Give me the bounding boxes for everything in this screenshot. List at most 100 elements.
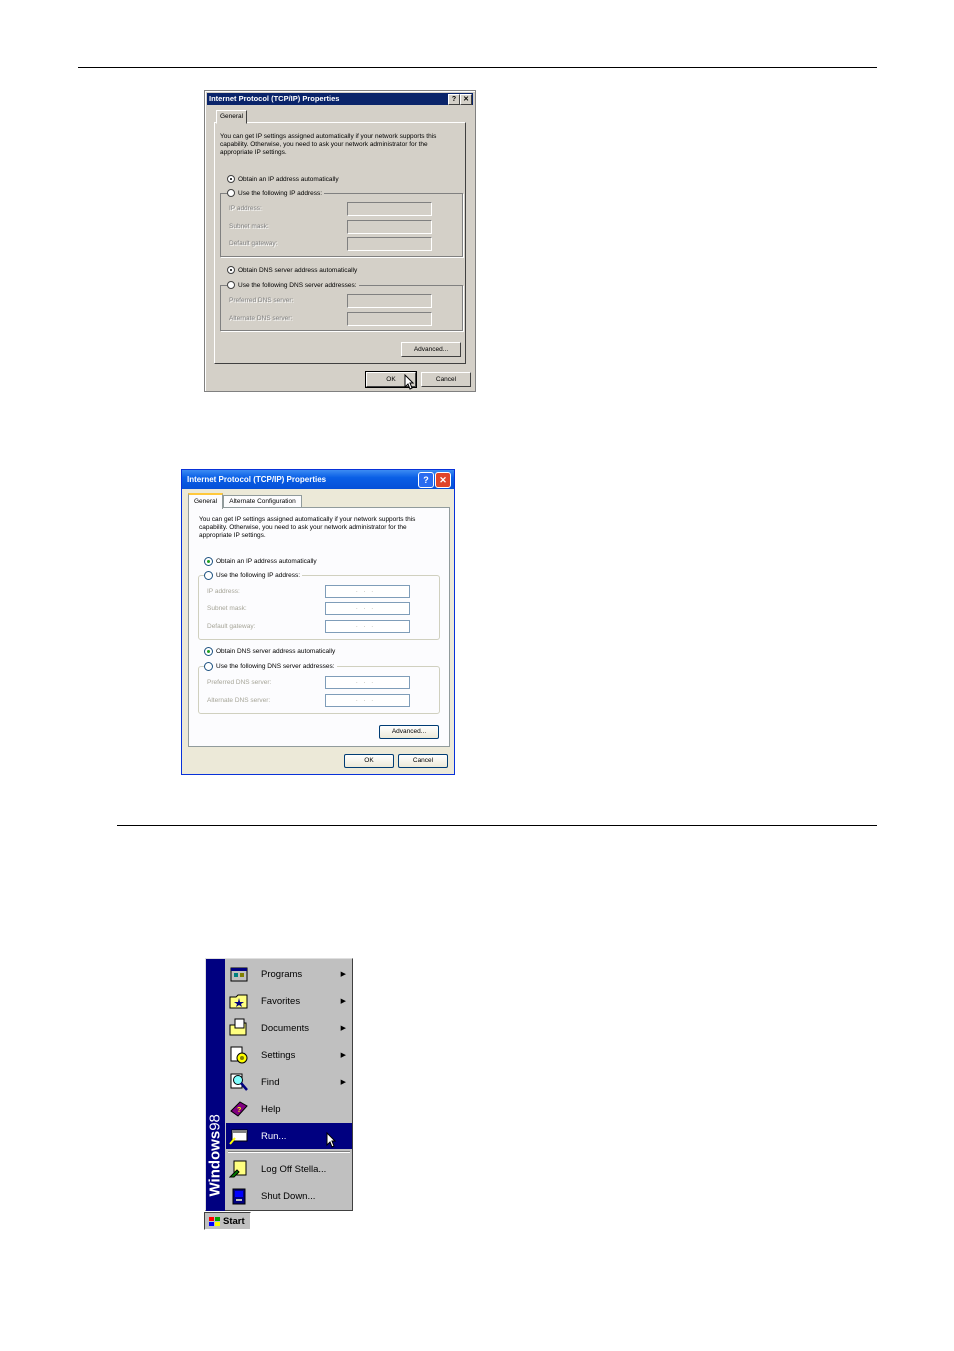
- favorites-icon: [229, 994, 248, 1009]
- advanced-button[interactable]: Advanced...: [379, 725, 439, 739]
- preferred-dns-field: [347, 294, 432, 308]
- menu-item-log-off[interactable]: Log Off Stella...: [226, 1156, 352, 1182]
- menu-separator: [228, 1151, 350, 1153]
- menu-item-label: Find: [261, 1076, 280, 1088]
- radio-label: Use the following IP address:: [238, 189, 323, 197]
- menu-item-find[interactable]: Find ▶: [226, 1069, 352, 1095]
- windows-logo-icon: [209, 1216, 220, 1226]
- radio-label: Obtain an IP address automatically: [216, 558, 317, 565]
- mouse-cursor-icon: [404, 374, 414, 390]
- default-gateway-label: Default gateway:: [229, 240, 278, 247]
- radio-unselected-icon: [227, 281, 235, 289]
- default-gateway-label: Default gateway:: [207, 623, 256, 630]
- obtain-dns-radio[interactable]: Obtain DNS server address automatically: [204, 647, 338, 656]
- ip-address-label: IP address:: [207, 588, 240, 595]
- alternate-dns-field: [347, 312, 432, 326]
- ip-address-field: ...: [325, 585, 410, 598]
- help-icon[interactable]: ?: [448, 94, 460, 105]
- advanced-button[interactable]: Advanced...: [401, 342, 461, 357]
- ip-address-field: [347, 202, 432, 216]
- menu-item-label: Shut Down...: [261, 1190, 316, 1202]
- documents-icon: [229, 1018, 247, 1036]
- submenu-arrow-icon: ▶: [340, 1025, 346, 1032]
- default-gateway-field: [347, 237, 432, 251]
- use-ip-radio[interactable]: Use the following IP address:: [227, 189, 325, 197]
- menu-item-label: Documents: [261, 1022, 310, 1034]
- use-dns-radio[interactable]: Use the following DNS server addresses:: [227, 281, 359, 289]
- menu-item-run[interactable]: Run...: [226, 1123, 352, 1149]
- band-brand: Windows: [206, 1130, 224, 1197]
- menu-item-documents[interactable]: Documents ▶: [226, 1015, 352, 1041]
- dialog-title: Internet Protocol (TCP/IP) Properties: [187, 475, 327, 484]
- obtain-dns-radio[interactable]: Obtain DNS server address automatically: [227, 266, 360, 274]
- menu-item-programs[interactable]: Programs ▶: [226, 961, 352, 987]
- subnet-mask-field: ...: [325, 602, 410, 615]
- description-text: You can get IP settings assigned automat…: [199, 516, 416, 539]
- menu-item-label: Help: [261, 1103, 281, 1115]
- mouse-cursor-icon: [326, 1132, 336, 1148]
- dialog-titlebar: Internet Protocol (TCP/IP) Properties ? …: [207, 93, 473, 105]
- menu-item-label: Programs: [261, 968, 303, 980]
- menu-item-label: Favorites: [261, 995, 301, 1007]
- submenu-arrow-icon: ▶: [340, 1079, 346, 1086]
- alternate-dns-field: ...: [325, 694, 410, 707]
- menu-item-settings[interactable]: Settings ▶: [226, 1042, 352, 1068]
- top-rule: [78, 67, 877, 68]
- obtain-ip-radio[interactable]: Obtain an IP address automatically: [204, 557, 319, 566]
- cancel-button[interactable]: Cancel: [398, 754, 448, 768]
- dialog-titlebar: Internet Protocol (TCP/IP) Properties ? …: [182, 470, 454, 489]
- close-icon[interactable]: ✕: [435, 472, 451, 488]
- default-gateway-field: ...: [325, 620, 410, 633]
- find-icon: [230, 1073, 248, 1091]
- submenu-arrow-icon: ▶: [340, 998, 346, 1005]
- dialog-title: Internet Protocol (TCP/IP) Properties: [209, 94, 340, 103]
- radio-selected-icon: [227, 266, 235, 274]
- help-icon[interactable]: ?: [418, 472, 434, 488]
- svg-text:?: ?: [237, 1107, 241, 1114]
- radio-label: Obtain DNS server address automatically: [216, 648, 336, 655]
- subnet-mask-label: Subnet mask:: [207, 605, 247, 612]
- log-off-icon: [229, 1160, 247, 1178]
- submenu-arrow-icon: ▶: [340, 1052, 346, 1059]
- menu-item-label: Log Off Stella...: [261, 1163, 327, 1175]
- run-icon: [229, 1129, 248, 1145]
- menu-item-help[interactable]: ? Help: [226, 1096, 352, 1122]
- radio-unselected-icon: [204, 662, 213, 671]
- menu-item-label: Run...: [261, 1130, 287, 1142]
- alternate-dns-label: Alternate DNS server:: [229, 315, 293, 322]
- alternate-dns-label: Alternate DNS server:: [207, 697, 271, 704]
- submenu-arrow-icon: ▶: [340, 971, 346, 978]
- programs-icon: [230, 967, 248, 982]
- tab-general[interactable]: General: [188, 493, 223, 509]
- use-dns-radio[interactable]: Use the following DNS server addresses:: [204, 662, 337, 671]
- xp-tcpip-dialog: Internet Protocol (TCP/IP) Properties ? …: [181, 469, 455, 775]
- obtain-ip-radio[interactable]: Obtain an IP address automatically: [227, 175, 341, 183]
- menu-item-favorites[interactable]: Favorites ▶: [226, 988, 352, 1014]
- close-icon[interactable]: ✕: [460, 94, 472, 105]
- radio-label: Obtain DNS server address automatically: [238, 266, 358, 274]
- band-version: 98: [206, 1114, 224, 1131]
- use-ip-radio[interactable]: Use the following IP address:: [204, 571, 303, 580]
- radio-unselected-icon: [204, 571, 213, 580]
- shut-down-icon: [232, 1188, 246, 1205]
- menu-item-label: Settings: [261, 1049, 296, 1061]
- radio-selected-icon: [204, 557, 213, 566]
- subnet-mask-field: [347, 220, 432, 234]
- ip-address-label: IP address:: [229, 205, 262, 212]
- radio-selected-icon: [227, 175, 235, 183]
- cancel-button[interactable]: Cancel: [421, 372, 471, 387]
- subnet-mask-label: Subnet mask:: [229, 223, 269, 230]
- preferred-dns-label: Preferred DNS server:: [229, 297, 294, 304]
- ok-button[interactable]: OK: [344, 754, 394, 768]
- help-book-icon: ?: [230, 1101, 248, 1117]
- radio-label: Use the following DNS server addresses:: [216, 663, 335, 670]
- settings-icon: [230, 1046, 248, 1064]
- middle-rule: [117, 825, 877, 826]
- start-button[interactable]: Start: [204, 1212, 251, 1230]
- start-menu: Windows98 Programs ▶ Favorites ▶ Documen…: [205, 958, 353, 1211]
- preferred-dns-field: ...: [325, 676, 410, 689]
- radio-label: Use the following DNS server addresses:: [238, 281, 357, 289]
- radio-label: Obtain an IP address automatically: [238, 175, 339, 183]
- tab-general[interactable]: General: [216, 110, 247, 124]
- menu-item-shut-down[interactable]: Shut Down...: [226, 1183, 352, 1209]
